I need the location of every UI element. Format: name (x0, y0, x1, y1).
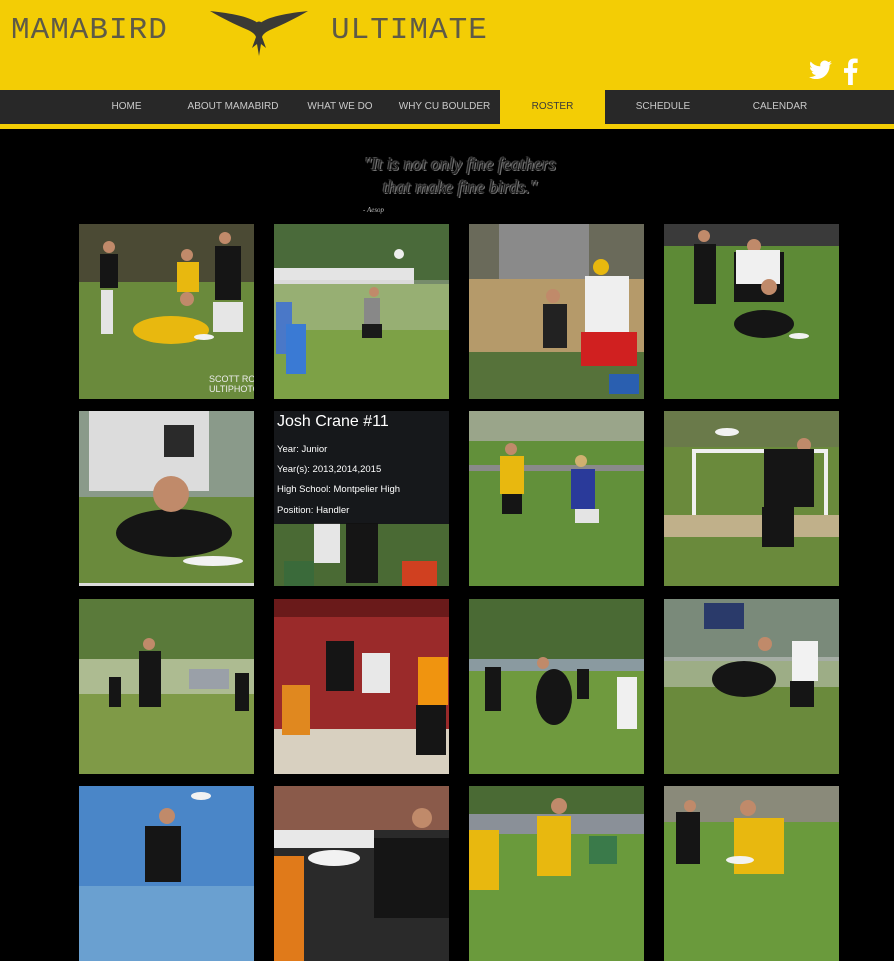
nav-roster[interactable]: ROSTER (500, 90, 605, 124)
site-header: MAMABIRD ULTIMATE (0, 0, 894, 90)
roster-photo[interactable] (274, 599, 449, 774)
player-name: Josh Crane #11 (277, 413, 389, 430)
nav-accent-stripe (0, 124, 894, 129)
nav-schedule[interactable]: SCHEDULE (607, 90, 719, 124)
main-nav: HOME ABOUT MAMABIRD WHAT WE DO WHY CU BO… (0, 90, 894, 124)
quote-line-1: "It is not only fine feathers (363, 154, 557, 174)
nav-what-we-do[interactable]: WHAT WE DO (291, 90, 389, 124)
hawk-logo-icon[interactable] (208, 6, 310, 58)
roster-photo[interactable] (274, 786, 449, 961)
roster-photo[interactable] (469, 411, 644, 586)
roster-photo[interactable] (664, 599, 839, 774)
player-position: Position: Handler (277, 505, 350, 516)
facebook-icon[interactable] (840, 58, 860, 85)
photo-watermark: SCOTT RO ULTIPHOTO (209, 374, 254, 394)
roster-photo[interactable] (664, 786, 839, 961)
twitter-icon[interactable] (808, 58, 833, 83)
roster-photo[interactable] (274, 224, 449, 399)
roster-photo[interactable] (79, 786, 254, 961)
quote-line-2: that make fine birds." (382, 177, 538, 197)
player-years: Year(s): 2013,2014,2015 (277, 464, 382, 475)
roster-photo[interactable] (664, 224, 839, 399)
player-high-school: High School: Montpelier High (277, 484, 401, 495)
quote-author: - Aesop (363, 206, 385, 214)
roster-photo[interactable] (79, 411, 254, 586)
nav-about-mamabird[interactable]: ABOUT MAMABIRD (177, 90, 289, 124)
roster-photo[interactable]: SCOTT RO ULTIPHOTO (79, 224, 254, 399)
roster-photo[interactable] (664, 411, 839, 586)
nav-calendar[interactable]: CALENDAR (721, 90, 839, 124)
roster-photo-hovered[interactable]: Josh Crane #11 Year: Junior Year(s): 201… (274, 411, 449, 586)
roster-photo[interactable] (469, 786, 644, 961)
quote-block: "It is not only fine feathers that make … (300, 153, 620, 199)
roster-photo[interactable] (469, 599, 644, 774)
roster-photo[interactable] (79, 599, 254, 774)
site-title-right[interactable]: ULTIMATE (331, 13, 488, 48)
roster-photo[interactable] (469, 224, 644, 399)
nav-home[interactable]: HOME (78, 90, 175, 124)
nav-why-cu-boulder[interactable]: WHY CU BOULDER (391, 90, 498, 124)
player-year: Year: Junior (277, 444, 328, 455)
site-title-left[interactable]: MAMABIRD (11, 13, 168, 48)
player-info-overlay: Josh Crane #11 Year: Junior Year(s): 201… (274, 411, 449, 524)
